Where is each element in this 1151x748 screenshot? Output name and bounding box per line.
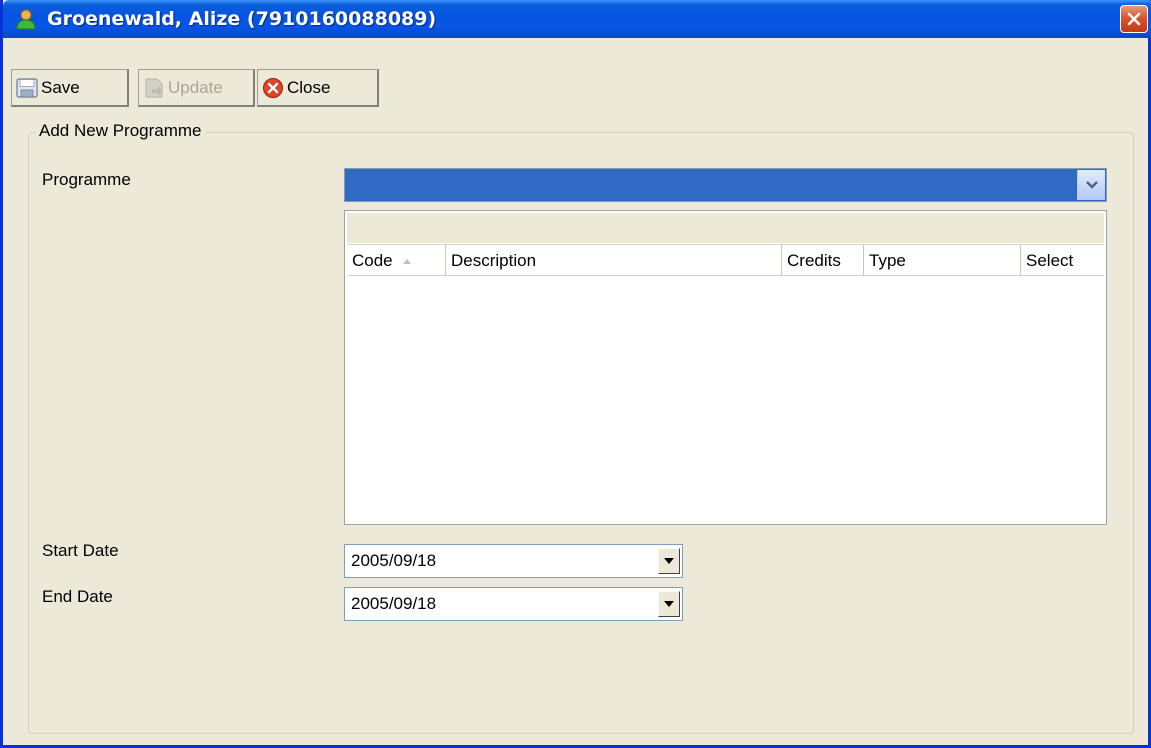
user-icon — [16, 9, 36, 30]
start-date-label: Start Date — [42, 541, 119, 560]
save-button[interactable]: Save — [11, 69, 129, 107]
update-label: Update — [168, 77, 223, 97]
programme-label: Programme — [42, 170, 131, 189]
column-header-type[interactable]: Type — [864, 245, 1021, 276]
toolbar: Save Update Close — [11, 69, 381, 107]
column-header-code[interactable]: Code — [347, 245, 446, 276]
update-icon — [145, 78, 163, 97]
grid-group-panel — [347, 213, 1104, 243]
programme-grid[interactable]: Code Description Credits Type Select — [344, 210, 1107, 525]
window-title: Groenewald, Alize (7910160088089) — [47, 8, 437, 30]
update-button[interactable]: Update — [138, 69, 255, 107]
save-icon — [16, 77, 38, 98]
chevron-down-icon — [1085, 181, 1098, 189]
end-date-picker[interactable]: 2005/09/18 — [344, 587, 683, 621]
programme-value — [345, 175, 351, 194]
end-date-value: 2005/09/18 — [351, 594, 437, 613]
grid-header: Code Description Credits Type Select — [347, 244, 1104, 276]
title-bar[interactable]: Groenewald, Alize (7910160088089) — [3, 0, 1151, 38]
sort-ascending-icon — [402, 259, 411, 265]
programme-dropdown[interactable] — [344, 168, 1107, 202]
start-date-dropdown-button[interactable] — [658, 548, 680, 574]
start-date-picker[interactable]: 2005/09/18 — [344, 544, 683, 578]
save-label: Save — [41, 77, 80, 97]
programme-window: Groenewald, Alize (7910160088089) Save U… — [0, 0, 1151, 748]
end-date-dropdown-button[interactable] — [658, 591, 680, 617]
dropdown-arrow-icon — [664, 601, 674, 607]
start-date-value: 2005/09/18 — [351, 551, 437, 570]
dropdown-arrow-icon — [664, 558, 674, 564]
end-date-label: End Date — [42, 587, 113, 606]
column-header-description[interactable]: Description — [446, 245, 782, 276]
programme-dropdown-button[interactable] — [1077, 170, 1105, 200]
close-button[interactable]: Close — [257, 69, 379, 107]
window-close-button[interactable] — [1120, 5, 1148, 33]
column-header-select[interactable]: Select — [1021, 245, 1104, 276]
group-legend: Add New Programme — [35, 121, 206, 141]
close-icon — [1127, 12, 1141, 26]
column-header-credits[interactable]: Credits — [782, 245, 864, 276]
close-label: Close — [287, 77, 331, 97]
close-circle-icon — [263, 77, 283, 98]
